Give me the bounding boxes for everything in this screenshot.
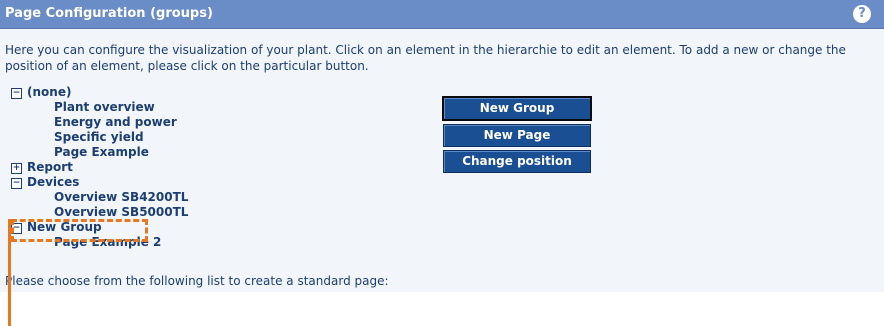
change-position-button[interactable]: Change position xyxy=(443,150,591,173)
tree-item-overview-sb5000tl[interactable]: Overview SB5000TL xyxy=(54,205,188,220)
tree-node-label: Report xyxy=(27,160,73,174)
configuration-panel: Page Configuration (groups) ? Here you c… xyxy=(0,0,884,292)
page-title: Page Configuration (groups) xyxy=(5,6,213,21)
standard-page-prompt: Please choose from the following list to… xyxy=(5,274,389,288)
expand-icon[interactable]: + xyxy=(11,163,22,174)
collapse-icon[interactable]: − xyxy=(11,178,22,189)
help-icon[interactable]: ? xyxy=(853,5,871,23)
highlight-connector-line xyxy=(8,219,11,326)
tree-node-report[interactable]: + Report xyxy=(11,160,73,175)
panel-header: Page Configuration (groups) ? xyxy=(0,0,884,29)
new-page-button[interactable]: New Page xyxy=(443,124,591,147)
tree-node-none[interactable]: − (none) xyxy=(11,85,71,100)
tree-item-page-example[interactable]: Page Example xyxy=(54,145,149,160)
intro-text: Here you can configure the visualization… xyxy=(5,43,846,73)
tree-node-label: (none) xyxy=(27,85,72,99)
collapse-icon[interactable]: − xyxy=(11,88,22,99)
tree-node-devices[interactable]: − Devices xyxy=(11,175,79,190)
tree-item-energy-and-power[interactable]: Energy and power xyxy=(54,115,177,130)
new-group-button[interactable]: New Group xyxy=(442,96,592,121)
tree-item-plant-overview[interactable]: Plant overview xyxy=(54,100,155,115)
highlight-box xyxy=(11,219,148,242)
tree-node-label: Devices xyxy=(27,175,80,189)
tree-item-overview-sb4200tl[interactable]: Overview SB4200TL xyxy=(54,190,188,205)
tree-item-specific-yield[interactable]: Specific yield xyxy=(54,130,144,145)
